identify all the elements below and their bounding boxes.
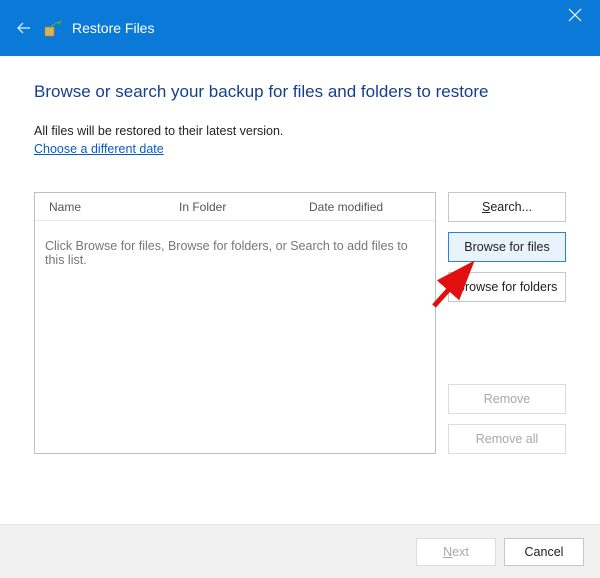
subtext: All files will be restored to their late… [34,124,566,138]
cancel-button[interactable]: Cancel [504,538,584,566]
close-icon[interactable] [568,8,582,22]
titlebar: Restore Files [0,0,600,56]
column-in-folder[interactable]: In Folder [165,200,295,214]
browse-folders-button[interactable]: Browse for folders [448,272,566,302]
side-spacer [448,312,566,374]
back-arrow-icon[interactable] [12,16,36,40]
listbox-header: Name In Folder Date modified [35,193,435,221]
column-name[interactable]: Name [35,200,165,214]
listbox-empty-text: Click Browse for files, Browse for folde… [35,221,435,267]
browse-files-button[interactable]: Browse for files [448,232,566,262]
main-area: Name In Folder Date modified Click Brows… [34,192,566,454]
page-heading: Browse or search your backup for files a… [34,82,566,102]
column-date-modified[interactable]: Date modified [295,200,435,214]
footer: Next Cancel [0,524,600,578]
next-button: Next [416,538,496,566]
restore-files-icon [44,18,64,38]
remove-button: Remove [448,384,566,414]
search-button[interactable]: Search... [448,192,566,222]
side-buttons: Search... Browse for files Browse for fo… [448,192,566,454]
choose-date-link[interactable]: Choose a different date [34,142,164,156]
remove-all-button: Remove all [448,424,566,454]
content-area: Browse or search your backup for files a… [0,56,600,464]
window-title: Restore Files [72,20,154,36]
file-listbox[interactable]: Name In Folder Date modified Click Brows… [34,192,436,454]
